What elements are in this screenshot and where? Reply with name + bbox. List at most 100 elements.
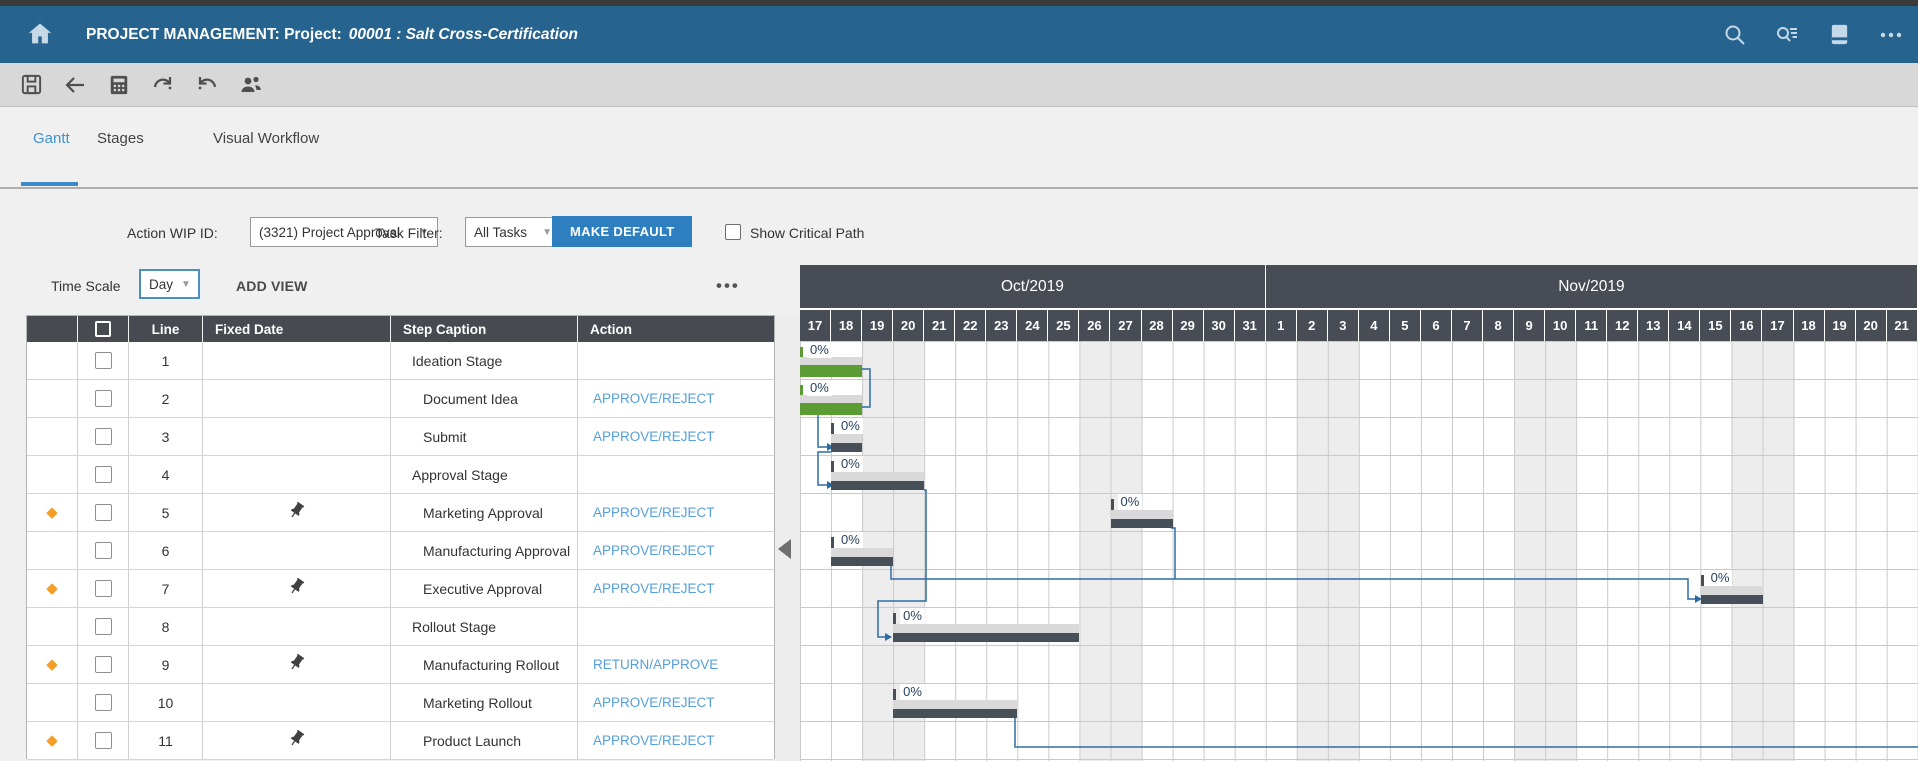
bar-progress-band	[800, 403, 862, 415]
back-icon[interactable]	[62, 72, 88, 98]
row-checkbox[interactable]	[95, 352, 112, 369]
row-checkbox[interactable]	[95, 656, 112, 673]
bar-progress-label: 0%	[900, 608, 925, 624]
fixed-date-cell	[203, 380, 391, 417]
show-critical-path-label: Show Critical Path	[750, 225, 864, 241]
row-checkbox[interactable]	[95, 542, 112, 559]
milestone-diamond-icon: ◆	[46, 505, 58, 520]
column-header-step-caption: Step Caption	[391, 316, 578, 342]
day-cell: 27	[1110, 310, 1141, 341]
day-cell: 15	[1700, 310, 1731, 341]
action-cell	[578, 456, 774, 493]
search-icon[interactable]	[1722, 22, 1748, 48]
action-link[interactable]: APPROVE/REJECT	[578, 505, 715, 520]
action-link[interactable]: APPROVE/REJECT	[578, 733, 715, 748]
redo-icon[interactable]	[150, 72, 176, 98]
gantt-bar-row-4[interactable]: 0%	[831, 455, 924, 493]
undo-icon[interactable]	[194, 72, 220, 98]
action-link[interactable]: APPROVE/REJECT	[578, 429, 715, 444]
table-menu-ellipsis-icon[interactable]: •••	[716, 276, 740, 296]
milestone-cell	[27, 380, 78, 417]
pin-icon	[287, 729, 306, 753]
day-cell: 31	[1235, 310, 1266, 341]
action-link[interactable]: APPROVE/REJECT	[578, 695, 715, 710]
save-icon[interactable]	[18, 72, 44, 98]
bar-progress-label: 0%	[807, 380, 832, 396]
day-cell: 12	[1607, 310, 1638, 341]
checkbox-cell	[78, 456, 129, 493]
show-critical-path-checkbox[interactable]	[725, 224, 741, 240]
row-checkbox[interactable]	[95, 390, 112, 407]
bar-progress-band	[893, 709, 1017, 718]
day-cell: 14	[1669, 310, 1700, 341]
row-checkbox[interactable]	[95, 618, 112, 635]
action-cell: APPROVE/REJECT	[578, 494, 774, 531]
gantt-bar-row-8[interactable]: 0%	[893, 607, 1079, 645]
row-checkbox[interactable]	[95, 732, 112, 749]
day-cell: 21	[924, 310, 955, 341]
gantt-bar-row-3[interactable]: 0%	[831, 417, 862, 455]
action-link[interactable]: RETURN/APPROVE	[578, 657, 718, 672]
gantt-bar-row-1[interactable]: 0%	[800, 341, 862, 379]
tab-stages[interactable]: Stages	[97, 122, 144, 154]
milestone-diamond-icon: ◆	[46, 657, 58, 672]
gantt-body: 0%0%0%0%0%0%0%0%0%	[800, 341, 1918, 761]
select-all-checkbox[interactable]	[95, 321, 111, 337]
line-number-cell: 8	[129, 608, 203, 645]
bar-baseline-band	[893, 624, 1079, 633]
task-filter-select[interactable]: All Tasks ▼	[465, 217, 561, 247]
panel-splitter[interactable]	[775, 315, 800, 761]
bar-progress-band	[831, 557, 893, 566]
search-list-icon[interactable]	[1774, 22, 1800, 48]
action-cell	[578, 342, 774, 379]
action-link[interactable]: APPROVE/REJECT	[578, 543, 715, 558]
log-book-icon[interactable]	[1826, 22, 1852, 48]
gantt-bar-row-10[interactable]: 0%	[893, 683, 1017, 721]
day-cell: 18	[1794, 310, 1825, 341]
fixed-date-cell	[203, 342, 391, 379]
row-checkbox[interactable]	[95, 504, 112, 521]
bar-progress-band	[800, 365, 862, 377]
calculator-icon[interactable]	[106, 72, 132, 98]
overflow-menu-icon[interactable]	[1878, 22, 1904, 48]
checkbox-cell	[78, 380, 129, 417]
time-scale-select[interactable]: Day ▼	[139, 269, 200, 299]
fixed-date-cell	[203, 646, 391, 683]
gantt-bar-row-2[interactable]: 0%	[800, 379, 862, 417]
action-cell: RETURN/APPROVE	[578, 646, 774, 683]
line-number-cell: 6	[129, 532, 203, 569]
active-tab-underline	[21, 182, 78, 186]
add-view-button[interactable]: ADD VIEW	[236, 278, 308, 294]
day-cell: 16	[1731, 310, 1762, 341]
step-caption-cell: Marketing Approval	[391, 494, 578, 531]
table-row: ◆11Product LaunchAPPROVE/REJECT	[27, 722, 774, 760]
people-icon[interactable]	[238, 72, 264, 98]
table-row: 6Manufacturing ApprovalAPPROVE/REJECT	[27, 532, 774, 570]
gantt-bar-row-5[interactable]: 0%	[1111, 493, 1173, 531]
row-checkbox[interactable]	[95, 580, 112, 597]
collapse-panel-icon[interactable]	[778, 539, 791, 559]
table-row: 4Approval Stage	[27, 456, 774, 494]
bar-progress-label: 0%	[807, 342, 832, 358]
tab-visual-workflow[interactable]: Visual Workflow	[213, 122, 319, 154]
action-link[interactable]: APPROVE/REJECT	[578, 581, 715, 596]
bar-progress-label: 0%	[1708, 570, 1733, 586]
day-cell: 7	[1452, 310, 1483, 341]
row-checkbox[interactable]	[95, 694, 112, 711]
app-header: PROJECT MANAGEMENT: Project: 00001 : Sal…	[0, 6, 1918, 63]
row-checkbox[interactable]	[95, 466, 112, 483]
bar-baseline-band	[831, 472, 924, 481]
tab-gantt[interactable]: Gantt	[33, 122, 70, 154]
action-link[interactable]: APPROVE/REJECT	[578, 391, 715, 406]
milestone-diamond-icon: ◆	[46, 733, 58, 748]
gantt-bar-row-6[interactable]: 0%	[831, 531, 893, 569]
line-number-cell: 10	[129, 684, 203, 721]
make-default-button[interactable]: MAKE DEFAULT	[552, 216, 692, 247]
day-cell: 18	[831, 310, 862, 341]
gantt-bar-row-7[interactable]: 0%	[1701, 569, 1763, 607]
fixed-date-cell	[203, 684, 391, 721]
home-icon[interactable]	[26, 20, 54, 48]
row-checkbox[interactable]	[95, 428, 112, 445]
column-header-line: Line	[129, 316, 203, 342]
action-cell: APPROVE/REJECT	[578, 570, 774, 607]
